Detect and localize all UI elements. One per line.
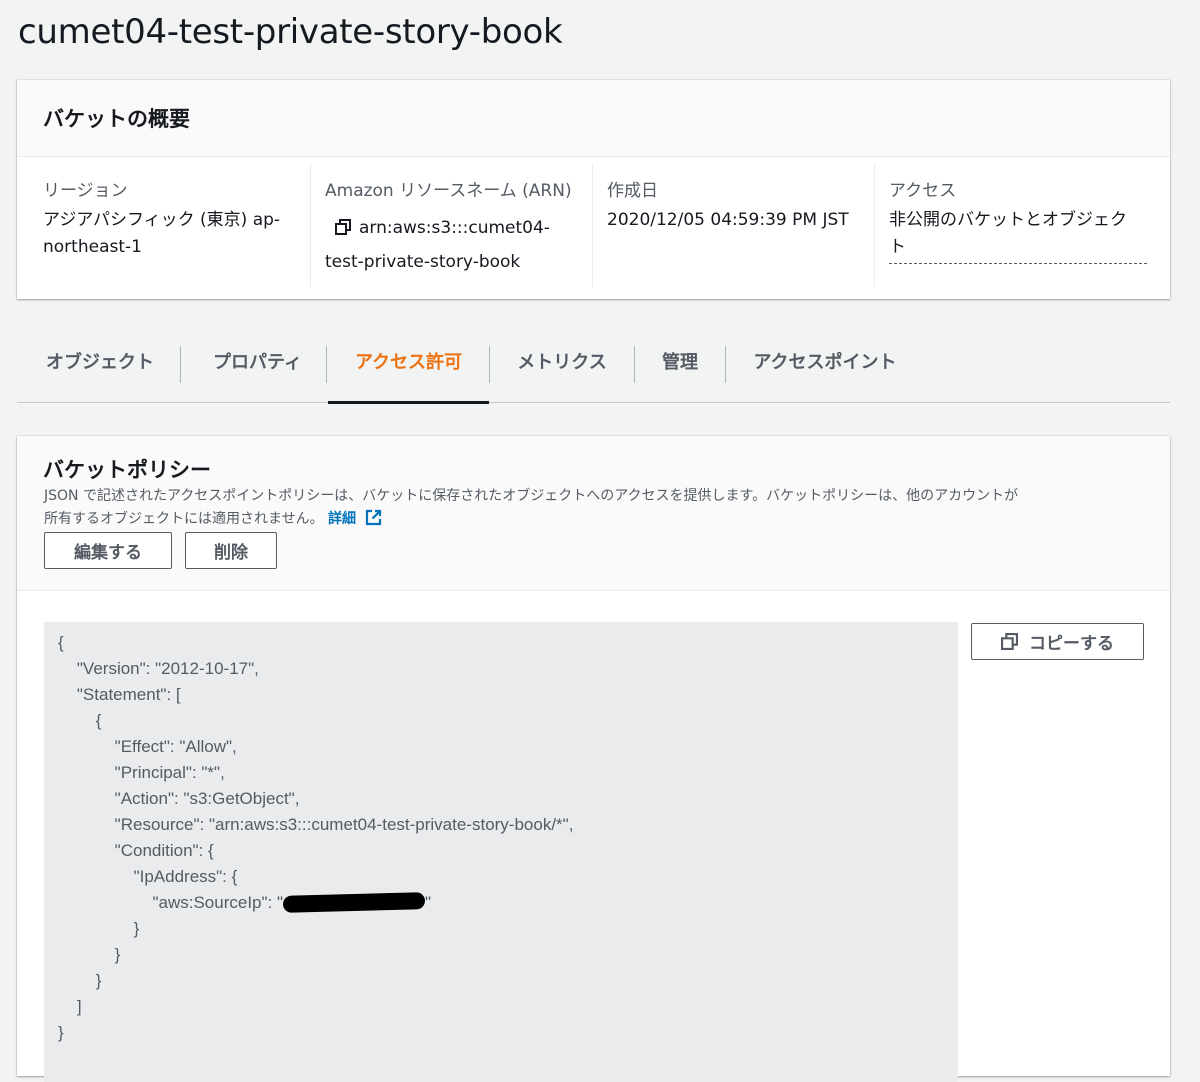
code-line: "Resource": "arn:aws:s3:::cumet04-test-p… — [58, 815, 574, 834]
code-line: "Principal": "*", — [58, 763, 225, 782]
code-line-suffix: " — [425, 893, 432, 912]
access-value-line1: 非公開のバケットとオブジェク — [889, 210, 1127, 230]
arn-label: Amazon リソースネーム (ARN) — [325, 181, 572, 201]
access-value-line2: ト — [889, 237, 906, 257]
tab-divider — [634, 346, 635, 383]
code-line: { — [58, 633, 64, 652]
code-line: "Effect": "Allow", — [58, 737, 237, 756]
code-line: "IpAddress": { — [58, 867, 238, 886]
arn-value-line1: arn:aws:s3:::cumet04- — [359, 218, 550, 238]
region-value-line2: northeast-1 — [43, 237, 142, 257]
copy-button-label: コピーする — [1029, 634, 1114, 654]
policy-code-block[interactable]: { "Version": "2012-10-17", "Statement": … — [44, 622, 958, 1082]
code-line: "Action": "s3:GetObject", — [58, 789, 300, 808]
delete-button[interactable]: 削除 — [185, 532, 277, 569]
region-label: リージョン — [43, 181, 128, 201]
tab-divider — [489, 346, 490, 383]
policy-description: JSON で記述されたアクセスポイントポリシーは、バケットに保存されたオブジェク… — [44, 485, 1144, 531]
redacted-ip — [282, 892, 426, 913]
tab-divider — [725, 346, 726, 383]
bucket-overview-panel: バケットの概要 リージョン アジアパシフィック (東京) ap- northea… — [17, 80, 1170, 299]
access-value[interactable]: 非公開のバケットとオブジェク ト — [889, 207, 1147, 264]
tab-properties[interactable]: プロパティ — [205, 336, 310, 402]
code-line: ] — [58, 997, 82, 1016]
overview-heading: バケットの概要 — [43, 107, 190, 131]
policy-heading: バケットポリシー — [43, 458, 211, 482]
tab-divider — [326, 346, 327, 383]
tab-objects[interactable]: オブジェクト — [45, 336, 155, 402]
code-line: } — [58, 1023, 64, 1042]
code-line: "Condition": { — [58, 841, 214, 860]
created-label: 作成日 — [607, 181, 658, 201]
tab-management[interactable]: 管理 — [659, 336, 701, 402]
region-column: リージョン アジアパシフィック (東京) ap- northeast-1 — [29, 163, 311, 287]
arn-value-line2: test-private-story-book — [325, 252, 521, 272]
external-link-icon — [365, 509, 382, 526]
details-link[interactable]: 詳細 — [328, 509, 382, 527]
arn-value: arn:aws:s3:::cumet04- test-private-story… — [325, 212, 592, 278]
tab-divider — [180, 346, 181, 383]
bucket-policy-panel: バケットポリシー JSON で記述されたアクセスポイントポリシーは、バケットに保… — [17, 436, 1170, 1082]
tab-permissions[interactable]: アクセス許可 — [328, 336, 489, 404]
code-line: "aws:SourceIp": " — [58, 893, 284, 912]
region-value-line1: アジアパシフィック (東京) ap- — [43, 210, 281, 230]
access-column: アクセス 非公開のバケットとオブジェク ト — [875, 163, 1147, 287]
policy-header: バケットポリシー JSON で記述されたアクセスポイントポリシーは、バケットに保… — [17, 436, 1170, 591]
created-value: 2020/12/05 04:59:39 PM JST — [607, 210, 849, 230]
code-line: "Version": "2012-10-17", — [58, 659, 259, 678]
policy-description-line2: 所有するオブジェクトには適用されません。 — [44, 511, 324, 527]
created-column: 作成日 2020/12/05 04:59:39 PM JST — [593, 163, 875, 287]
overview-header: バケットの概要 — [17, 80, 1170, 157]
region-value: アジアパシフィック (東京) ap- northeast-1 — [43, 207, 310, 261]
copy-icon[interactable] — [335, 214, 351, 246]
page-title: cumet04-test-private-story-book — [18, 12, 563, 52]
code-line: } — [58, 919, 140, 938]
code-line: "Statement": [ — [58, 685, 181, 704]
policy-description-line1: JSON で記述されたアクセスポイントポリシーは、バケットに保存されたオブジェク… — [44, 488, 1019, 504]
copy-icon — [1001, 633, 1018, 650]
arn-column: Amazon リソースネーム (ARN) arn:aws:s3:::cumet0… — [311, 163, 593, 287]
code-line: } — [58, 945, 121, 964]
details-link-label: 詳細 — [328, 511, 357, 527]
code-line: } — [58, 971, 102, 990]
bucket-tabs: オブジェクト プロパティ アクセス許可 メトリクス 管理 アクセスポイント — [17, 336, 1170, 404]
tab-metrics[interactable]: メトリクス — [514, 336, 610, 402]
policy-json: { "Version": "2012-10-17", "Statement": … — [44, 622, 958, 1046]
tab-access-points[interactable]: アクセスポイント — [751, 336, 899, 402]
edit-button[interactable]: 編集する — [44, 532, 172, 569]
copy-button[interactable]: コピーする — [971, 623, 1144, 660]
access-label: アクセス — [889, 181, 957, 201]
code-line: { — [58, 711, 102, 730]
